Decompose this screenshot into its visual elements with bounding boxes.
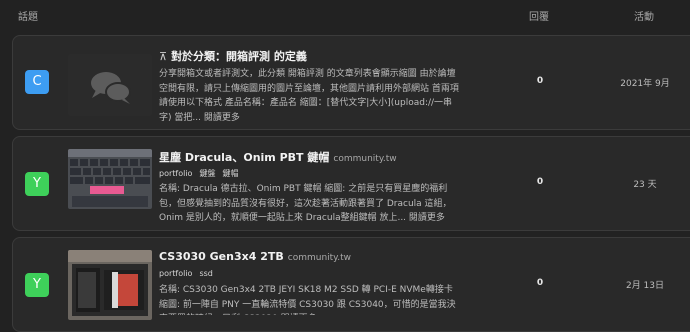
keyboard-thumbnail[interactable] [68,149,152,209]
tag-keycaps[interactable]: 鍵帽 [222,169,238,178]
avatar[interactable]: Y [25,273,49,297]
tag-keyboard[interactable]: 鍵盤 [199,169,215,178]
topic-list-header: 話題 回覆 活動 [0,0,690,30]
read-more-link[interactable]: 閱讀更多 [204,113,240,123]
tag-portfolio[interactable]: portfolio [159,269,192,278]
column-header-topic[interactable]: 話題 [18,8,38,23]
topic-row[interactable]: Y CS3030 Gen3x4 2TB community.tw portfoli… [12,237,690,332]
tag-portfolio[interactable]: portfolio [159,169,192,178]
column-header-replies[interactable]: 回覆 [520,8,558,23]
activity-date[interactable]: 2021年 9月 [613,76,677,89]
column-header-activity[interactable]: 活動 [624,8,664,23]
avatar[interactable]: Y [25,172,49,196]
reply-count[interactable]: 0 [521,177,559,187]
topic-excerpt: 名稱: CS3030 Gen3x4 2TB JEYI SK18 M2 SSD 轉… [159,285,456,315]
topic-title[interactable]: ⊼ 對於分類：開箱評測 的定義 [159,48,307,64]
reply-count[interactable]: 0 [521,76,559,86]
reply-count[interactable]: 0 [521,278,559,288]
topic-domain[interactable]: community.tw [288,253,351,263]
topic-title-text[interactable]: CS3030 Gen3x4 2TB [159,250,284,263]
topic-title[interactable]: CS3030 Gen3x4 2TB community.tw [159,250,351,263]
topic-title[interactable]: 星塵 Dracula、Onim PBT 鍵帽 community.tw [159,149,397,165]
topic-domain[interactable]: community.tw [333,154,396,164]
chat-bubbles-icon [68,54,152,116]
topic-excerpt: 名稱: Dracula 德古拉、Onim PBT 鍵帽 縮圖: 之前是只有買星塵… [159,184,452,223]
topic-row[interactable]: Y 星塵 Dracula、Onim PBT 鍵帽 community.tw por… [12,136,690,231]
topic-excerpt: 分享開箱文或者評測文，此分類 開箱評測 的文章列表會顯示縮圖 由於論壇空間有限，… [159,69,459,123]
tag-list: portfolio ssd [159,269,220,278]
activity-date[interactable]: 23 天 [613,177,677,190]
activity-date[interactable]: 2月 13日 [613,278,677,291]
topic-title-text[interactable]: 星塵 Dracula、Onim PBT 鍵帽 [159,151,329,164]
topic-row-pinned[interactable]: C ⊼ 對於分類：開箱評測 的定義 分享開箱文或者評測文，此分類 開箱評測 的文章… [12,35,690,130]
topic-title-text[interactable]: 對於分類：開箱評測 的定義 [171,50,307,63]
tag-ssd[interactable]: ssd [199,269,212,278]
read-more-link[interactable]: 閱讀更多 [409,213,445,223]
avatar[interactable]: C [25,70,49,94]
pin-icon: ⊼ [159,50,168,63]
ssd-thumbnail[interactable] [68,250,152,320]
tag-list: portfolio 鍵盤 鍵帽 [159,168,245,179]
